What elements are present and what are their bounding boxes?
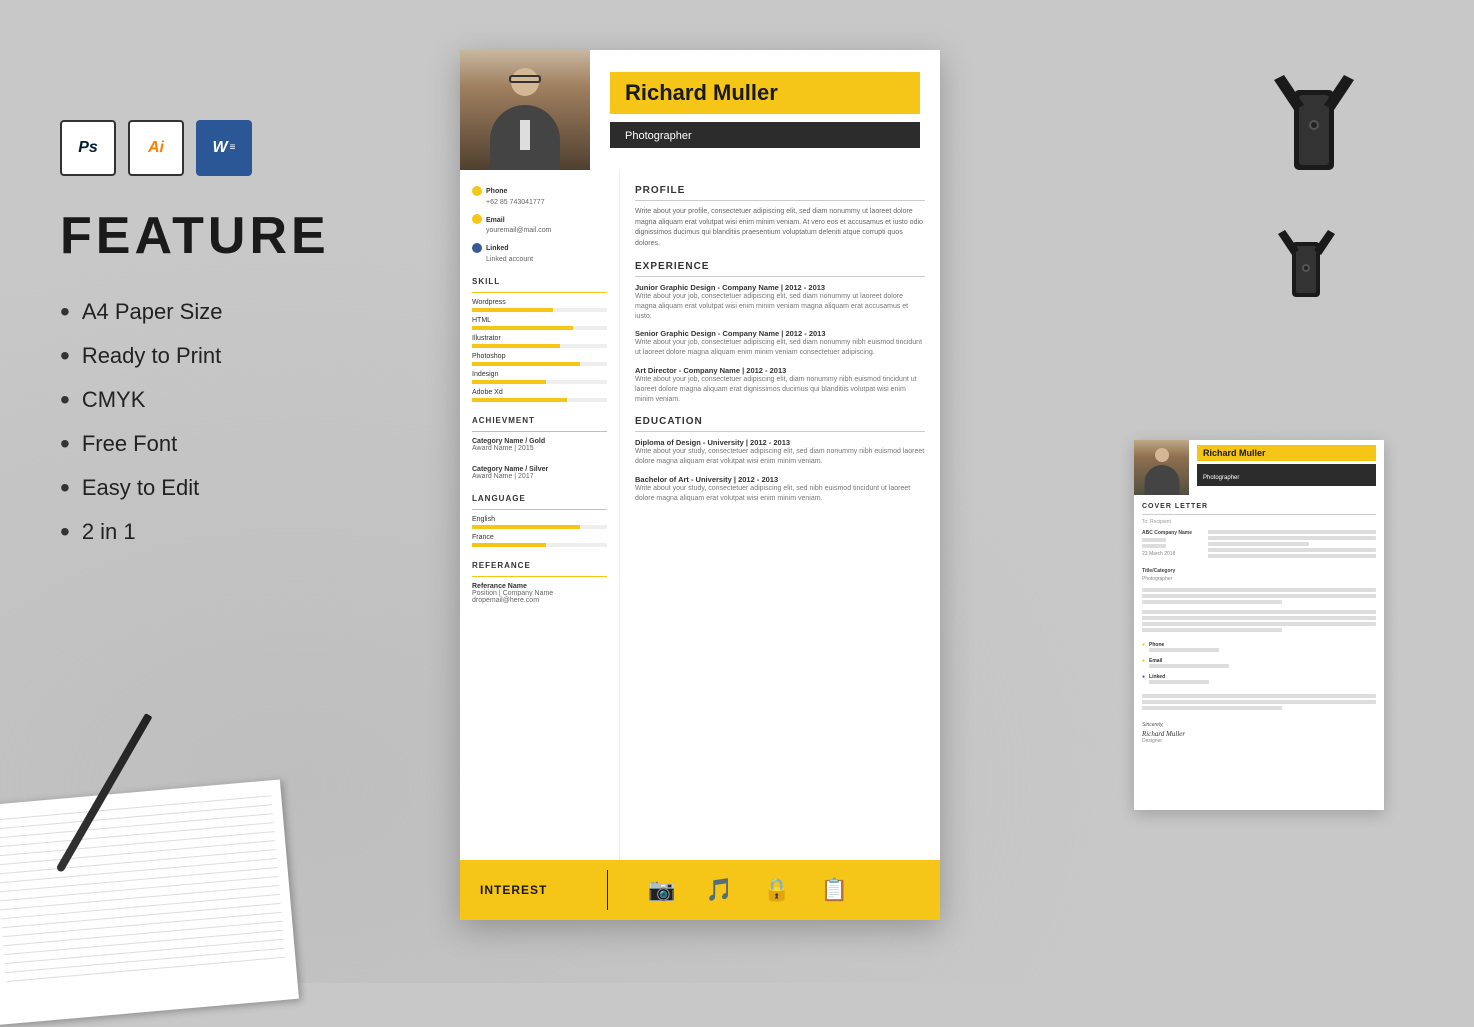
reference-section: REFERANCE Referance Name Position | Comp…	[472, 561, 607, 604]
interest-icon-lock: 🔒	[763, 877, 790, 903]
resume-name: Richard Muller	[625, 80, 905, 106]
exp-desc-2: Write about your job, consectetuer adipi…	[635, 338, 925, 358]
edu-desc-1: Write about your study, consectetuer adi…	[635, 447, 925, 467]
binder-clip-large	[1269, 60, 1359, 190]
interest-divider	[607, 870, 608, 910]
education-section: EDUCATION Diploma of Design - University…	[635, 416, 925, 503]
resume-content: PROFILE Write about your profile, consec…	[620, 170, 940, 860]
skill-indesign: Indesign	[472, 371, 607, 384]
skill-html: HTML	[472, 317, 607, 330]
feature-section: Ps Ai W≡ FEATURE A4 Paper Size Ready to …	[60, 120, 440, 560]
cover-photo	[1134, 440, 1189, 495]
edu-title-1: Diploma of Design - University | 2012 - …	[635, 438, 925, 447]
feature-title: FEATURE	[60, 206, 440, 266]
resume-body: Phone +62 85 743041777 Email youremail@m…	[460, 170, 940, 860]
exp-desc-3: Write about your job, consectetuer adipi…	[635, 375, 925, 404]
resume-footer: INTEREST 📷 🎵 🔒 📋	[460, 860, 940, 920]
language-france: France	[472, 534, 607, 547]
achievement-title: ACHIEVMENT	[472, 416, 607, 425]
achievement-item-2: Category Name / Silver Award Name | 2017	[472, 466, 607, 480]
exp-item-2: Senior Graphic Design - Company Name | 2…	[635, 329, 925, 358]
dark-title-bar: Photographer	[610, 122, 920, 148]
feature-item-font: Free Font	[60, 428, 440, 460]
cover-dark-bar: Photographer	[1197, 464, 1376, 486]
interest-label: INTEREST	[480, 883, 547, 897]
interest-icon-camera: 📷	[648, 877, 675, 903]
reference-email: dropemail@here.com	[472, 597, 607, 604]
achievement-item-1: Category Name / Gold Award Name | 2015	[472, 438, 607, 452]
feature-item-print: Ready to Print	[60, 340, 440, 372]
contact-section: Phone +62 85 743041777 Email youremail@m…	[472, 185, 607, 263]
word-icon: W≡	[196, 120, 252, 176]
resume-sidebar: Phone +62 85 743041777 Email youremail@m…	[460, 170, 620, 860]
education-title: EDUCATION	[635, 416, 925, 427]
language-title: LANGUAGE	[472, 494, 607, 503]
exp-item-1: Junior Graphic Design - Company Name | 2…	[635, 283, 925, 321]
skill-xd: Adobe Xd	[472, 389, 607, 402]
exp-item-3: Art Director - Company Name | 2012 - 201…	[635, 366, 925, 404]
linked-label: Linked	[486, 245, 509, 252]
resume-photo	[460, 50, 590, 170]
cover-name-area: Richard Muller Photographer	[1189, 440, 1384, 495]
language-english: English	[472, 516, 607, 529]
software-icons-row: Ps Ai W≡	[60, 120, 440, 176]
notebook-decoration	[0, 779, 299, 1026]
reference-title: REFERANCE	[472, 561, 607, 570]
resume-name-section: Richard Muller Photographer	[590, 50, 940, 170]
skill-photoshop: Photoshop	[472, 353, 607, 366]
edu-desc-2: Write about your study, consectetuer adi…	[635, 484, 925, 504]
exp-title-3: Art Director - Company Name | 2012 - 201…	[635, 366, 925, 375]
skill-title: SKILL	[472, 277, 607, 286]
skill-section: SKILL Wordpress HTML Illustrator Photosh…	[472, 277, 607, 402]
profile-section: PROFILE Write about your profile, consec…	[635, 185, 925, 249]
phone-value: +62 85 743041777	[486, 199, 545, 206]
feature-list: A4 Paper Size Ready to Print CMYK Free F…	[60, 296, 440, 548]
cover-yellow-bar: Richard Muller	[1197, 445, 1376, 461]
yellow-name-bar: Richard Muller	[610, 72, 920, 114]
exp-title-2: Senior Graphic Design - Company Name | 2…	[635, 329, 925, 338]
edu-item-1: Diploma of Design - University | 2012 - …	[635, 438, 925, 467]
experience-title: EXPERIENCE	[635, 261, 925, 272]
resume-title: Photographer	[625, 130, 692, 142]
interest-icon-doc: 📋	[821, 877, 848, 903]
resume-header: Richard Muller Photographer	[460, 50, 940, 170]
feature-item-cmyk: CMYK	[60, 384, 440, 416]
experience-section: EXPERIENCE Junior Graphic Design - Compa…	[635, 261, 925, 404]
cover-body: COVER LETTER To: Recipient ABC Company N…	[1134, 495, 1384, 752]
feature-item-edit: Easy to Edit	[60, 472, 440, 504]
exp-desc-1: Write about your job, consectetuer adipi…	[635, 292, 925, 321]
linked-value: Linked account	[486, 256, 533, 263]
resume-card: Richard Muller Photographer Phone +62 85…	[460, 50, 940, 920]
cover-name-text: Richard Muller	[1203, 448, 1370, 458]
skill-wordpress: Wordpress	[472, 299, 607, 312]
cover-section-title: COVER LETTER	[1142, 503, 1376, 510]
illustrator-icon: Ai	[128, 120, 184, 176]
cover-header: Richard Muller Photographer	[1134, 440, 1384, 495]
feature-item-2in1: 2 in 1	[60, 516, 440, 548]
binder-clip-small	[1274, 220, 1339, 310]
photoshop-icon: Ps	[60, 120, 116, 176]
cover-subtitle: Photographer	[1203, 475, 1239, 481]
reference-name: Referance Name	[472, 583, 607, 590]
feature-item-a4: A4 Paper Size	[60, 296, 440, 328]
edu-item-2: Bachelor of Art - University | 2012 - 20…	[635, 475, 925, 504]
skill-illustrator: Illustrator	[472, 335, 607, 348]
edu-title-2: Bachelor of Art - University | 2012 - 20…	[635, 475, 925, 484]
phone-label: Phone	[486, 188, 507, 195]
email-label: Email	[486, 217, 505, 224]
profile-title: PROFILE	[635, 185, 925, 196]
exp-title-1: Junior Graphic Design - Company Name | 2…	[635, 283, 925, 292]
reference-position: Position | Company Name	[472, 590, 607, 597]
language-section: LANGUAGE English France	[472, 494, 607, 547]
achievement-section: ACHIEVMENT Category Name / Gold Award Na…	[472, 416, 607, 480]
interest-icon-music: 🎵	[706, 877, 733, 903]
cover-letter-preview: Richard Muller Photographer COVER LETTER…	[1134, 440, 1384, 810]
profile-text: Write about your profile, consectetuer a…	[635, 207, 925, 249]
email-value: youremail@mail.com	[486, 227, 551, 234]
